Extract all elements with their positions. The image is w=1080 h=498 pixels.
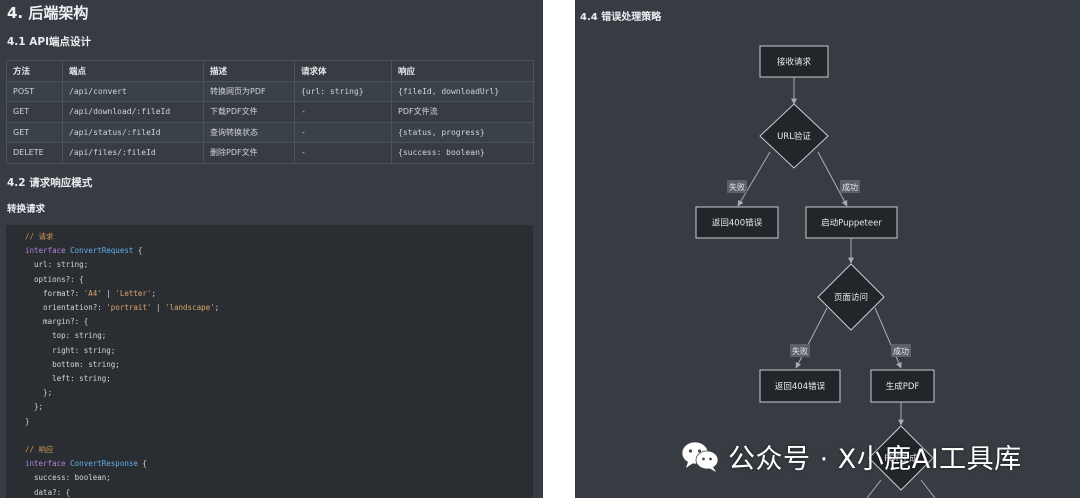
wechat-icon <box>681 441 719 472</box>
code-line: top: string; <box>25 331 107 341</box>
node-return-400-label: 返回400错误 <box>712 218 763 229</box>
node-generate-pdf-label: 生成PDF <box>886 381 920 392</box>
code-punct: { <box>133 246 143 256</box>
watermark: 公众号 · X小鹿AI工具库 <box>680 438 1022 475</box>
code-punct: | <box>151 303 165 313</box>
cell-description: 转换网页为PDF <box>203 80 295 102</box>
table-header-row: 方法 端点 描述 请求体 响应 <box>6 60 534 82</box>
code-line: options?: { <box>25 274 84 284</box>
code-line: margin?: { <box>25 317 89 327</box>
code-type-name: ConvertRequest <box>70 246 134 256</box>
cell-description: 下载PDF文件 <box>203 101 295 123</box>
code-line: }; <box>25 402 44 412</box>
node-return-404-label: 返回404错误 <box>775 381 826 392</box>
header-request-body: 请求体 <box>294 60 392 82</box>
cell-request-body: - <box>294 121 392 143</box>
edge-label-fail: 失败 <box>792 346 808 356</box>
code-line: left: string; <box>25 374 111 384</box>
code-line: }; <box>25 388 53 398</box>
code-comment: // 响应 <box>25 445 54 455</box>
cell-method: GET <box>6 101 63 123</box>
code-line: bottom: string; <box>25 359 120 369</box>
cell-description: 删除PDF文件 <box>203 142 295 164</box>
error-handling-flowchart: 失败 成功 失败 成功 接收请求 URL验证 返回400错误 启动Puppete… <box>695 45 936 498</box>
header-description: 描述 <box>203 60 295 82</box>
cell-request-body: - <box>294 142 392 164</box>
code-string: 'Letter' <box>115 288 152 298</box>
edge-label-success: 成功 <box>893 346 909 356</box>
code-keyword: interface <box>25 246 66 256</box>
cell-response: {success: boolean} <box>391 142 534 164</box>
header-method: 方法 <box>6 60 63 82</box>
cell-method: DELETE <box>6 142 63 164</box>
code-block: // 请求 interface ConvertRequest { url: st… <box>6 225 533 498</box>
code-line: data?: { <box>25 487 71 497</box>
node-page-visit-label: 页面访问 <box>834 292 868 303</box>
cell-response: {fileId, downloadUrl} <box>391 80 534 102</box>
edge-pdfcheck-left <box>866 479 882 498</box>
table-row: GET /api/download/:fileId 下载PDF文件 - PDF文… <box>6 101 534 123</box>
code-string: 'portrait' <box>106 303 152 313</box>
code-line: format?: <box>25 288 84 298</box>
cell-request-body: {url: string} <box>294 80 392 102</box>
code-line: } <box>25 416 30 426</box>
code-line: url: string; <box>25 260 89 270</box>
cell-endpoint: /api/download/:fileId <box>62 101 204 123</box>
watermark-text: 公众号 · X小鹿AI工具库 <box>728 443 1022 475</box>
node-launch-puppeteer-label: 启动Puppeteer <box>821 218 882 229</box>
cell-method: POST <box>6 80 63 102</box>
edge-visit-fail <box>795 307 828 369</box>
api-design-title: 4.1 API端点设计 <box>7 36 91 48</box>
cell-response: PDF文件流 <box>391 101 534 123</box>
header-response: 响应 <box>391 60 534 82</box>
edge-url-fail <box>737 151 771 207</box>
node-url-validation-label: URL验证 <box>777 131 811 142</box>
cell-endpoint: /api/convert <box>62 80 204 102</box>
cell-endpoint: /api/files/:fileId <box>62 142 204 164</box>
code-punct: ; <box>151 288 156 298</box>
code-keyword: interface <box>25 459 66 469</box>
code-line: success: boolean; <box>25 473 111 483</box>
api-endpoint-table: 方法 端点 描述 请求体 响应 POST /api/convert 转换网页为P… <box>6 60 534 164</box>
code-line: orientation?: <box>25 303 107 313</box>
code-content: // 请求 interface ConvertRequest { url: st… <box>6 225 533 498</box>
cell-method: GET <box>6 121 63 143</box>
code-punct: | <box>101 288 116 298</box>
right-document-page: 4.4 错误处理策略 失败 成功 失败 成功 接收请求 URL验证 返回400错… <box>575 0 1080 498</box>
cell-request-body: - <box>294 101 392 123</box>
table-row: DELETE /api/files/:fileId 删除PDF文件 - {suc… <box>6 142 534 164</box>
table-row: GET /api/status/:fileId 查询转换状态 - {status… <box>6 121 534 143</box>
left-document-page: 4. 后端架构 4.1 API端点设计 方法 端点 描述 请求体 响应 POST… <box>0 0 543 498</box>
header-endpoint: 端点 <box>62 60 204 82</box>
edge-url-ok <box>817 151 848 207</box>
table-row: POST /api/convert 转换网页为PDF {url: string}… <box>6 80 534 102</box>
convert-request-title: 转换请求 <box>7 204 46 215</box>
node-receive-request-label: 接收请求 <box>777 57 812 68</box>
code-comment: // 请求 <box>25 232 54 241</box>
code-punct: { <box>137 459 147 469</box>
edge-visit-ok <box>874 307 902 369</box>
edge-pdfcheck-right <box>920 479 936 498</box>
pattern-title: 4.2 请求响应模式 <box>7 177 93 189</box>
edge-label-success: 成功 <box>842 182 858 192</box>
code-line: right: string; <box>25 345 116 355</box>
code-string: 'A4' <box>83 288 102 298</box>
code-type-name: ConvertResponse <box>70 459 138 469</box>
cell-description: 查询转换状态 <box>203 121 295 143</box>
code-string: 'landscape' <box>164 303 215 313</box>
section-title: 4. 后端架构 <box>7 4 89 22</box>
edge-label-fail: 失败 <box>729 182 745 192</box>
code-punct: ; <box>214 303 220 313</box>
cell-endpoint: /api/status/:fileId <box>62 121 204 143</box>
cell-response: {status, progress} <box>391 121 534 143</box>
